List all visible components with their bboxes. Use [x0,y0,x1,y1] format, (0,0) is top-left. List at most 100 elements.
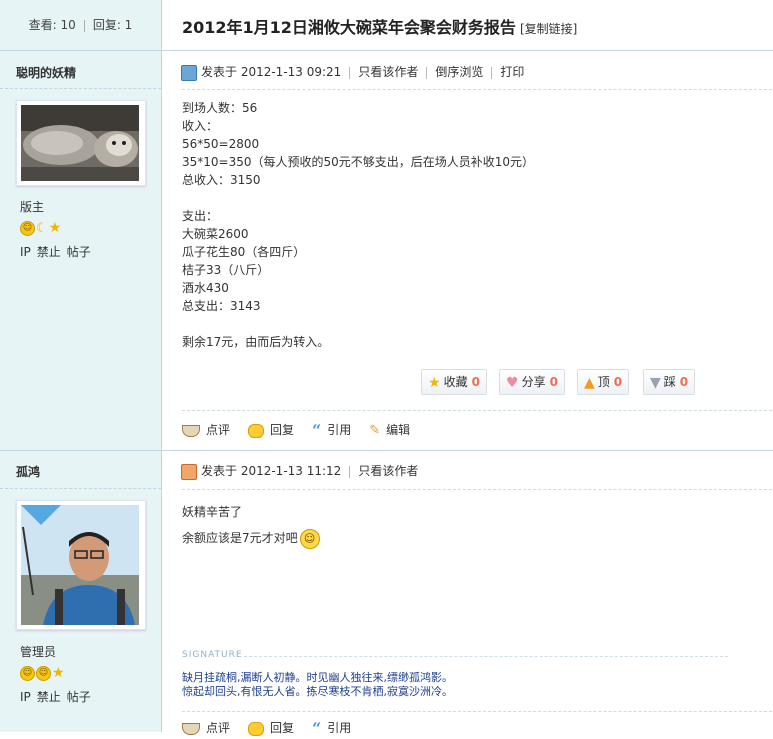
post2-user-role: 管理员 [20,645,57,659]
post1-footer-divider [182,410,772,411]
smiley-medal-icon: ☺ [36,665,51,681]
post1-meta-divider [182,89,772,90]
post2-meta-divider [182,489,772,490]
downvote-count: 0 [679,375,689,389]
smiley-medal-icon: ☺ [20,665,35,681]
posts-link[interactable]: 帖子 [67,245,91,259]
body-line: 瓜子花生80（各四斤） [182,245,306,259]
body-line: 剩余17元，由而后为转入。 [182,335,330,349]
share-button[interactable]: ♥ 分享 0 [499,369,565,395]
avatar-image-cat [21,105,141,181]
body-line: 收入： [182,119,219,133]
heart-icon: ♥ [506,374,519,391]
reply-label: 回复 [270,721,295,735]
body-line [182,189,534,207]
ban-link[interactable]: 禁止 [37,245,61,259]
avatar-image-man [21,505,141,625]
share-label: 分享 [521,375,546,389]
post2-body: 妖精辛苦了 余额应该是7元才对吧 ☺ [182,499,320,551]
thumb-down-icon: ▼ [650,374,661,391]
star-icon: ★ [428,374,441,391]
moon-medal-icon: ☾ [36,220,48,236]
body-line: 酒水430 [182,281,229,295]
posts-link[interactable]: 帖子 [67,690,91,704]
post1-user-role: 版主 [20,200,45,214]
only-author-link[interactable]: 只看该作者 [358,464,418,478]
upvote-label: 顶 [597,375,610,389]
thread-page: 查看: 10 回复: 1 2012年1月12日湘攸大碗菜年会聚会财务报告 [复制链接… [0,0,773,738]
user-signature: 缺月挂疏桐,漏断人初静。时见幽人独往来,缥缈孤鸿影。 惊起却回头,有恨无人省。拣… [182,671,453,699]
ip-link[interactable]: IP [20,690,31,704]
reply-action[interactable]: 回复 [248,718,294,738]
quote-icon: “ [312,420,322,440]
body-line: 到场人数：56 [182,101,258,115]
post2-meta: 发表于 2012-1-13 11:12 只看该作者 [181,461,418,481]
star-medal-icon: ★ [48,220,62,236]
meta-divider [426,66,428,79]
signature-divider [244,656,728,657]
body-line: 桔子33（八斤） [182,263,270,277]
author-divider [0,488,161,489]
header-divider [0,50,773,51]
body-line: 总收入：3150 [182,173,261,187]
post1-action-bar: 点评 回复 “ 引用 ✎ 编辑 [182,420,428,440]
page-title: 2012年1月12日湘攸大碗菜年会聚会财务报告 [复制链接] [182,14,577,38]
post1-author-name[interactable]: 聪明的妖精 [16,64,76,81]
cup-icon [182,424,200,437]
body-line: 余额应该是7元才对吧 ☺ [182,525,320,551]
post1-body: 到场人数：56 收入： 56*50=2800 35*10=350（每人预收的50… [182,99,534,351]
upvote-button[interactable]: ▲ 顶 0 [577,369,630,395]
favorite-button[interactable]: ★ 收藏 0 [421,369,487,395]
favorite-label: 收藏 [443,375,468,389]
edit-action[interactable]: ✎ 编辑 [369,420,410,441]
post-divider [0,450,773,451]
post2-admin-links: IP 禁止 帖子 [20,688,97,705]
upvote-count: 0 [613,375,623,389]
replies-count: 回复: 1 [92,18,133,32]
thread-stats: 查看: 10 回复: 1 [0,0,161,50]
reply-action[interactable]: 回复 [248,420,294,440]
views-count: 查看: 10 [28,18,76,32]
quote-action[interactable]: “ 引用 [312,420,351,441]
post1-admin-links: IP 禁止 帖子 [20,243,97,260]
post2-medals: ☺ ☺ ★ [20,665,65,681]
thumb-up-icon: ▲ [584,374,595,391]
signature-line: 缺月挂疏桐,漏断人初静。时见幽人独往来,缥缈孤鸿影。 [182,671,453,684]
downvote-button[interactable]: ▼ 踩 0 [643,369,696,395]
post2-author-name[interactable]: 孤鸿 [16,463,40,480]
body-line: 大碗菜2600 [182,227,249,241]
speech-bubble-icon [248,721,265,736]
user-offline-icon [181,463,197,480]
meta-divider [349,66,351,79]
ip-link[interactable]: IP [20,245,31,259]
cup-icon [182,722,200,735]
body-line: 35*10=350（每人预收的50元不够支出，后在场人员补收10元） [182,155,535,169]
post1-avatar[interactable] [16,100,146,186]
quote-label: 引用 [327,423,352,437]
body-line: 总支出：3143 [182,299,261,313]
body-line: 妖精辛苦了 [182,505,243,519]
comment-action[interactable]: 点评 [182,420,230,440]
post2-avatar[interactable] [16,500,146,630]
print-link[interactable]: 打印 [500,65,524,79]
speech-bubble-icon [248,423,265,438]
comment-label: 点评 [206,423,231,437]
copy-link-button[interactable]: [复制链接] [520,22,577,36]
comment-label: 点评 [206,721,231,735]
share-count: 0 [549,375,558,389]
only-author-link[interactable]: 只看该作者 [358,65,418,79]
quote-icon: “ [312,718,322,738]
reverse-order-link[interactable]: 倒序浏览 [435,65,483,79]
signature-line: 惊起却回头,有恨无人省。拣尽寒枝不肯栖,寂寞沙洲冷。 [182,685,453,698]
post2-date: 发表于 2012-1-13 11:12 [201,464,342,478]
favorite-count: 0 [471,375,480,389]
quote-action[interactable]: “ 引用 [312,718,351,739]
pencil-icon: ✎ [369,422,381,438]
comment-action[interactable]: 点评 [182,718,230,738]
body-line: 56*50=2800 [182,137,260,151]
post1-meta: 发表于 2012-1-13 09:21 只看该作者 倒序浏览 打印 [181,62,524,82]
ban-link[interactable]: 禁止 [37,690,61,704]
post2-footer-divider [182,711,772,712]
meta-divider [491,66,493,79]
downvote-label: 踩 [663,375,676,389]
